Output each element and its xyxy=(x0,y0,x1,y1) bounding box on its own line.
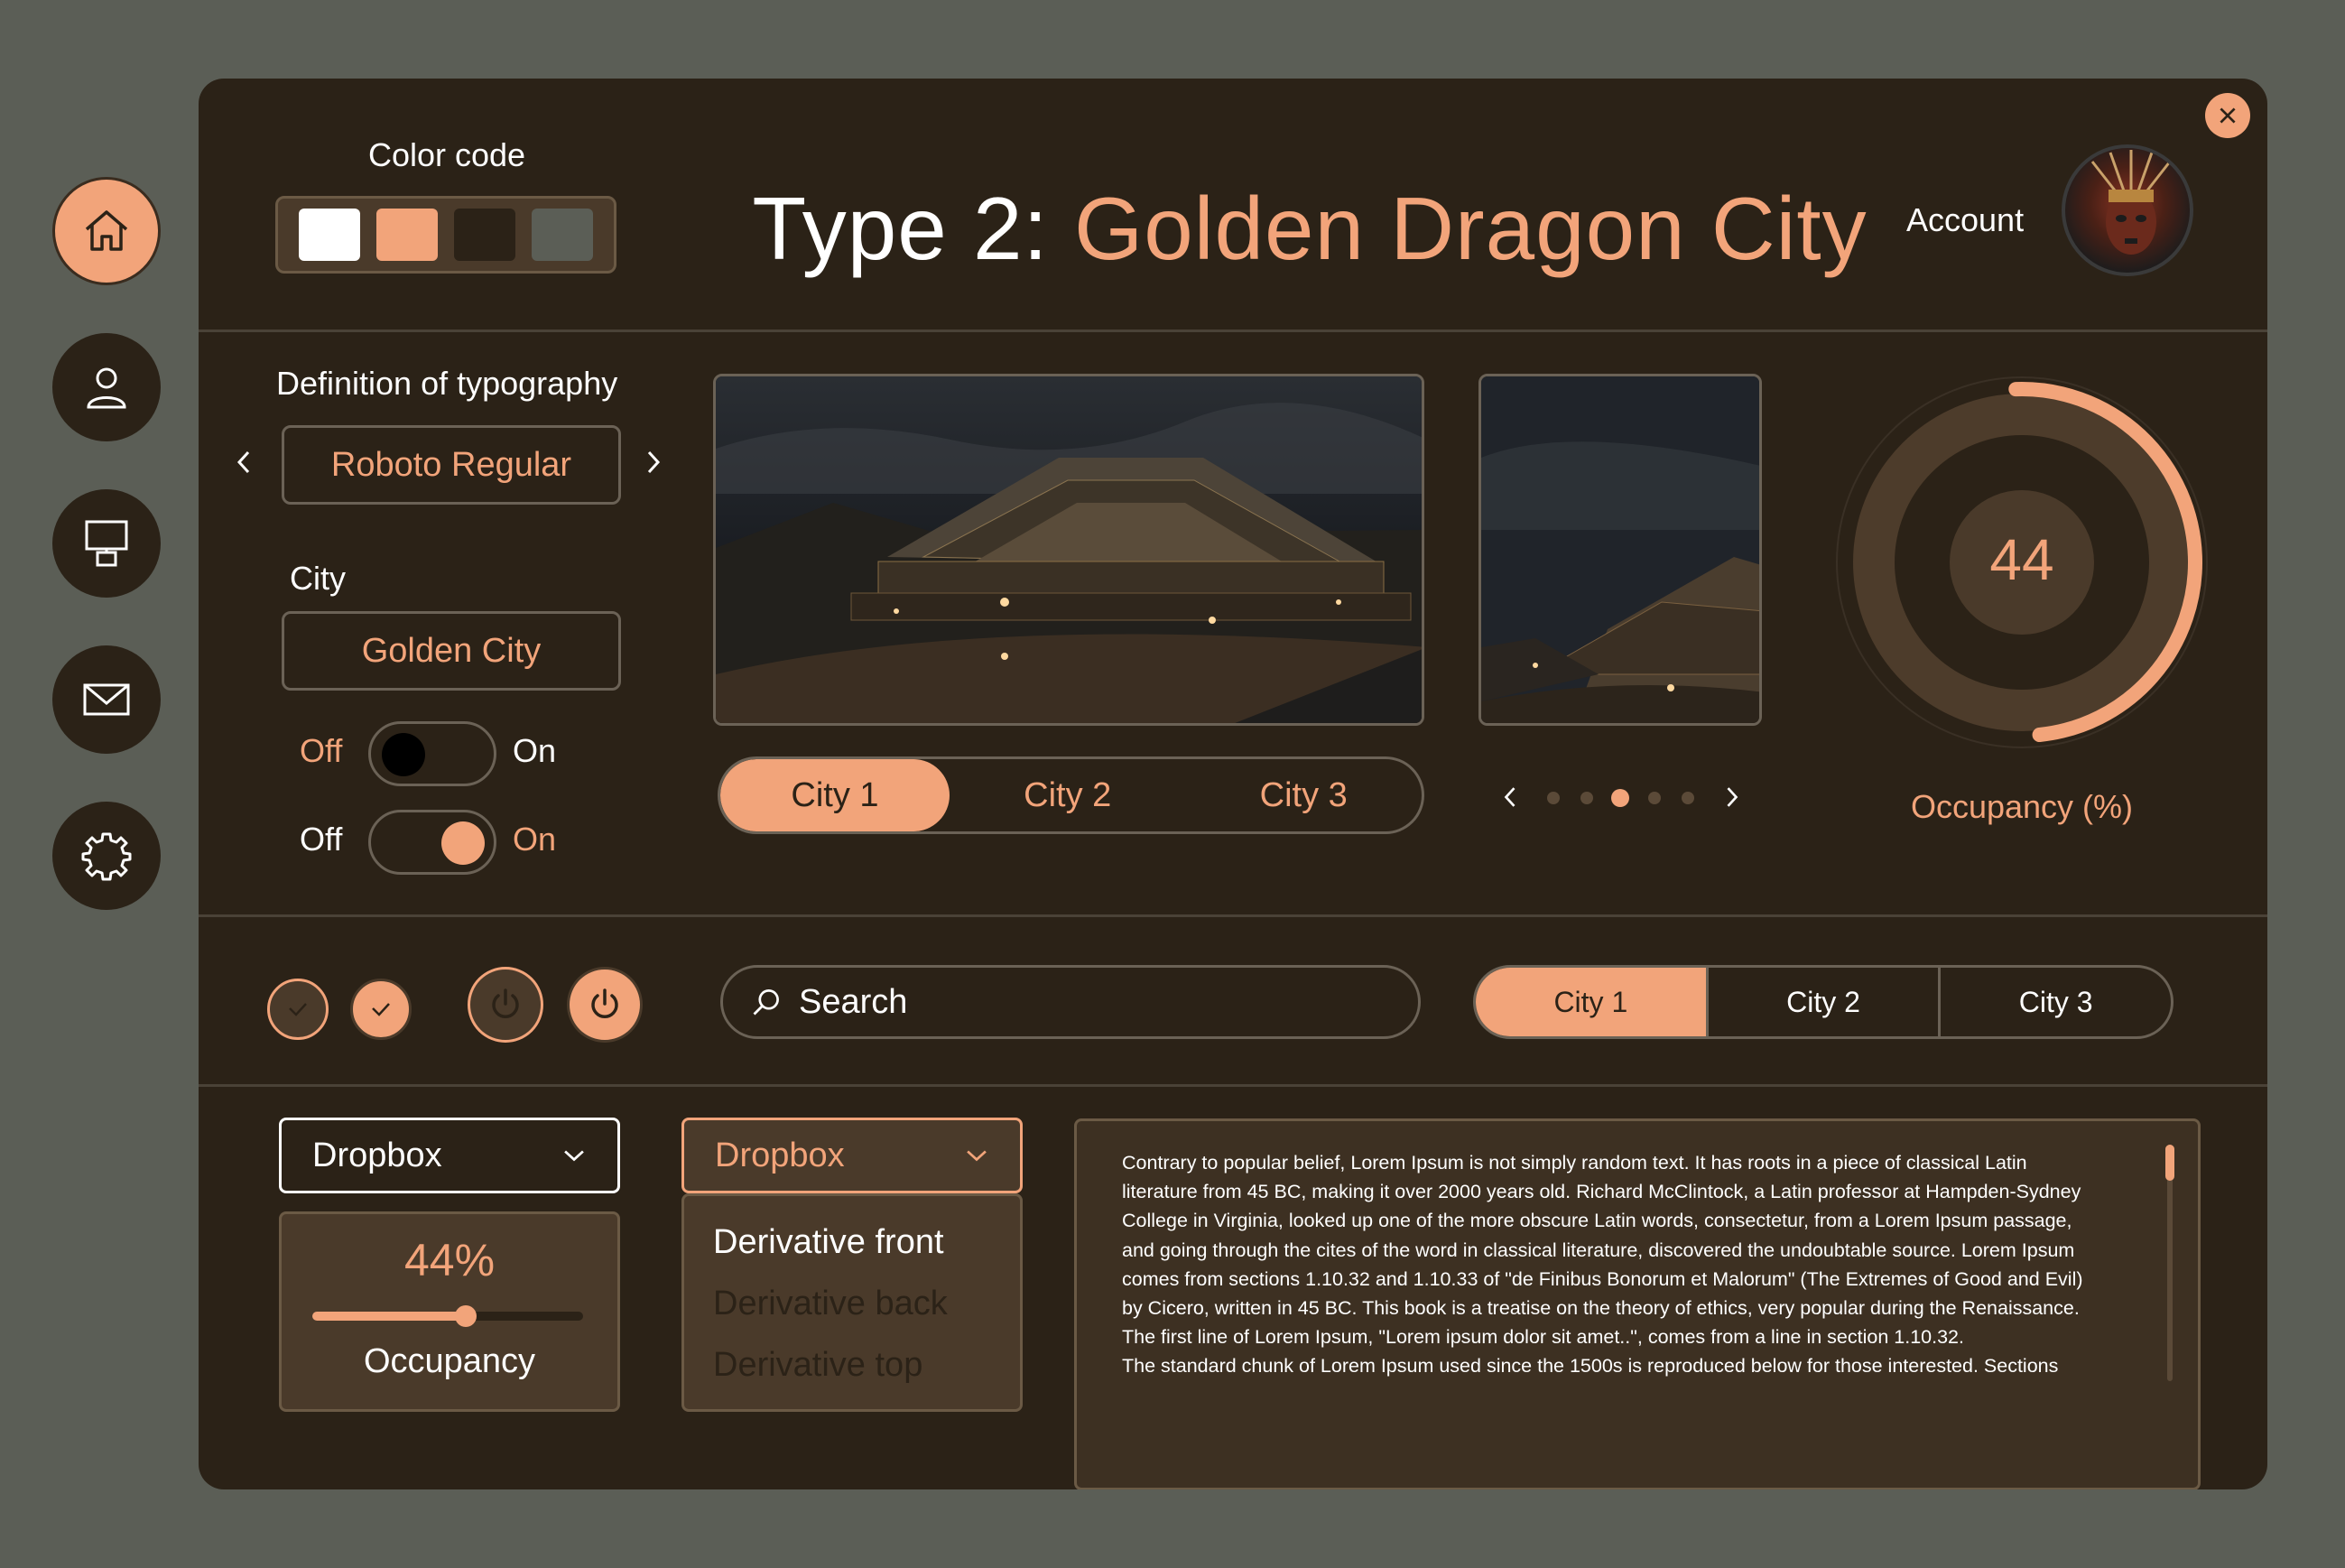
carousel-dot[interactable] xyxy=(1648,792,1661,804)
chevron-right-icon[interactable] xyxy=(644,449,663,480)
toggle-switch-1[interactable] xyxy=(368,721,496,786)
carousel-dot-active[interactable] xyxy=(1611,789,1629,807)
gear-icon xyxy=(81,832,132,881)
occupancy-slider-fill xyxy=(312,1312,467,1321)
segment-city-2[interactable]: City 2 xyxy=(1705,968,1939,1036)
mail-icon xyxy=(83,683,130,716)
search-input[interactable] xyxy=(799,982,1340,1022)
nav-home-button[interactable] xyxy=(52,177,161,285)
toggle-switch-2[interactable] xyxy=(368,810,496,875)
segment-city-3[interactable]: City 3 xyxy=(1938,968,2171,1036)
carousel-prev-icon[interactable] xyxy=(1502,784,1518,814)
tab-city-2[interactable]: City 2 xyxy=(950,759,1186,831)
toggle1-off-label: Off xyxy=(300,732,343,769)
close-icon xyxy=(2220,107,2236,124)
occupancy-card-value: 44% xyxy=(403,1235,496,1285)
power-button-filled[interactable] xyxy=(567,967,643,1043)
middle-divider xyxy=(199,914,2267,917)
nav-user-button[interactable] xyxy=(52,333,161,441)
gauge-value: 44 xyxy=(1989,527,2054,592)
toggle2-on-label: On xyxy=(513,821,557,858)
title-main: Golden Dragon City xyxy=(1073,179,1868,278)
pyramid-city-image xyxy=(716,376,1422,723)
dropbox-option-derivative-top[interactable]: Derivative top xyxy=(713,1346,922,1385)
check-button-outline[interactable] xyxy=(267,979,329,1040)
dropbox-1-label: Dropbox xyxy=(312,1136,442,1174)
carousel-dot[interactable] xyxy=(1682,792,1694,804)
main-panel: Color code Type 2: Golden Dragon City Ac… xyxy=(199,79,2267,1489)
chevron-down-icon xyxy=(564,1150,584,1162)
check-button-filled[interactable] xyxy=(350,979,412,1040)
tab-city-3[interactable]: City 3 xyxy=(1186,759,1423,831)
text-line: College in Virginia, looked up one of th… xyxy=(1122,1210,2072,1232)
pyramid-city-thumbnail-image xyxy=(1481,376,1759,723)
city-segmented-control: City 1 City 2 City 3 xyxy=(1473,965,2174,1039)
toggle-knob xyxy=(441,821,485,865)
chevron-down-icon xyxy=(967,1150,987,1162)
scrollbar-thumb[interactable] xyxy=(2165,1145,2174,1181)
occupancy-slider-handle[interactable] xyxy=(455,1305,477,1327)
toggle-knob xyxy=(382,733,425,776)
tab-city-1[interactable]: City 1 xyxy=(720,759,950,831)
search-icon xyxy=(753,989,779,1016)
close-button[interactable] xyxy=(2205,93,2250,138)
typography-label: Definition of typography xyxy=(276,365,618,402)
gauge-label: Occupancy (%) xyxy=(1910,788,2134,825)
city-tabs: City 1 City 2 City 3 xyxy=(718,756,1424,834)
carousel-dot[interactable] xyxy=(1547,792,1560,804)
city-label: City xyxy=(290,560,346,597)
typography-field[interactable]: Roboto Regular xyxy=(282,425,621,505)
title-prefix: Type 2: xyxy=(752,179,1049,278)
check-icon xyxy=(289,1003,307,1016)
dropbox-option-derivative-back[interactable]: Derivative back xyxy=(713,1285,948,1323)
power-icon xyxy=(492,988,519,1018)
dropbox-1[interactable]: Dropbox xyxy=(279,1118,620,1193)
user-icon xyxy=(87,367,126,409)
carousel-dot[interactable] xyxy=(1580,792,1593,804)
text-line: and going through the cites of the word … xyxy=(1122,1239,2075,1261)
check-icon xyxy=(372,1003,390,1016)
home-icon xyxy=(85,210,128,251)
power-icon xyxy=(591,988,618,1018)
occupancy-card-label: Occupancy xyxy=(363,1342,536,1380)
text-line: comes from sections 1.10.32 and 1.10.33 … xyxy=(1122,1267,2083,1290)
avatar[interactable] xyxy=(2062,144,2193,276)
text-line: by Cicero, written in 45 BC. This book i… xyxy=(1122,1297,2080,1320)
nav-mail-button[interactable] xyxy=(52,645,161,754)
text-line: The standard chunk of Lorem Ipsum used s… xyxy=(1122,1355,2059,1378)
dropbox-2-menu: Derivative front Derivative back Derivat… xyxy=(681,1193,1023,1412)
segment-city-1[interactable]: City 1 xyxy=(1476,968,1706,1036)
city-image-thumbnail[interactable] xyxy=(1478,374,1762,726)
account-label[interactable]: Account xyxy=(1906,201,2024,239)
city-field[interactable]: Golden City xyxy=(282,611,621,691)
text-line: The first line of Lorem Ipsum, "Lorem ip… xyxy=(1122,1326,1964,1349)
carousel-next-icon[interactable] xyxy=(1724,784,1740,814)
text-line: literature from 45 BC, making it over 20… xyxy=(1122,1181,2081,1203)
occupancy-card: 44% Occupancy xyxy=(279,1211,620,1412)
dropbox-2[interactable]: Dropbox xyxy=(681,1118,1023,1193)
toggle2-off-label: Off xyxy=(300,821,343,858)
search-bar[interactable] xyxy=(720,965,1421,1039)
toggle1-on-label: On xyxy=(513,732,557,769)
lower-divider xyxy=(199,1084,2267,1087)
color-code-label: Color code xyxy=(367,136,526,173)
chevron-left-icon[interactable] xyxy=(235,449,253,480)
city-image-main[interactable] xyxy=(713,374,1424,726)
text-line: Contrary to popular belief, Lorem Ipsum … xyxy=(1122,1152,2027,1174)
monitor-icon xyxy=(85,520,128,567)
power-button-outline[interactable] xyxy=(468,967,543,1043)
occupancy-slider-track[interactable] xyxy=(312,1305,583,1327)
header-divider xyxy=(199,329,2267,332)
dropbox-2-label: Dropbox xyxy=(715,1136,845,1174)
lorem-text-box[interactable]: Contrary to popular belief, Lorem Ipsum … xyxy=(1074,1118,2201,1489)
nav-settings-button[interactable] xyxy=(52,802,161,910)
dropbox-option-derivative-front[interactable]: Derivative front xyxy=(713,1223,944,1262)
nav-monitor-button[interactable] xyxy=(52,489,161,598)
